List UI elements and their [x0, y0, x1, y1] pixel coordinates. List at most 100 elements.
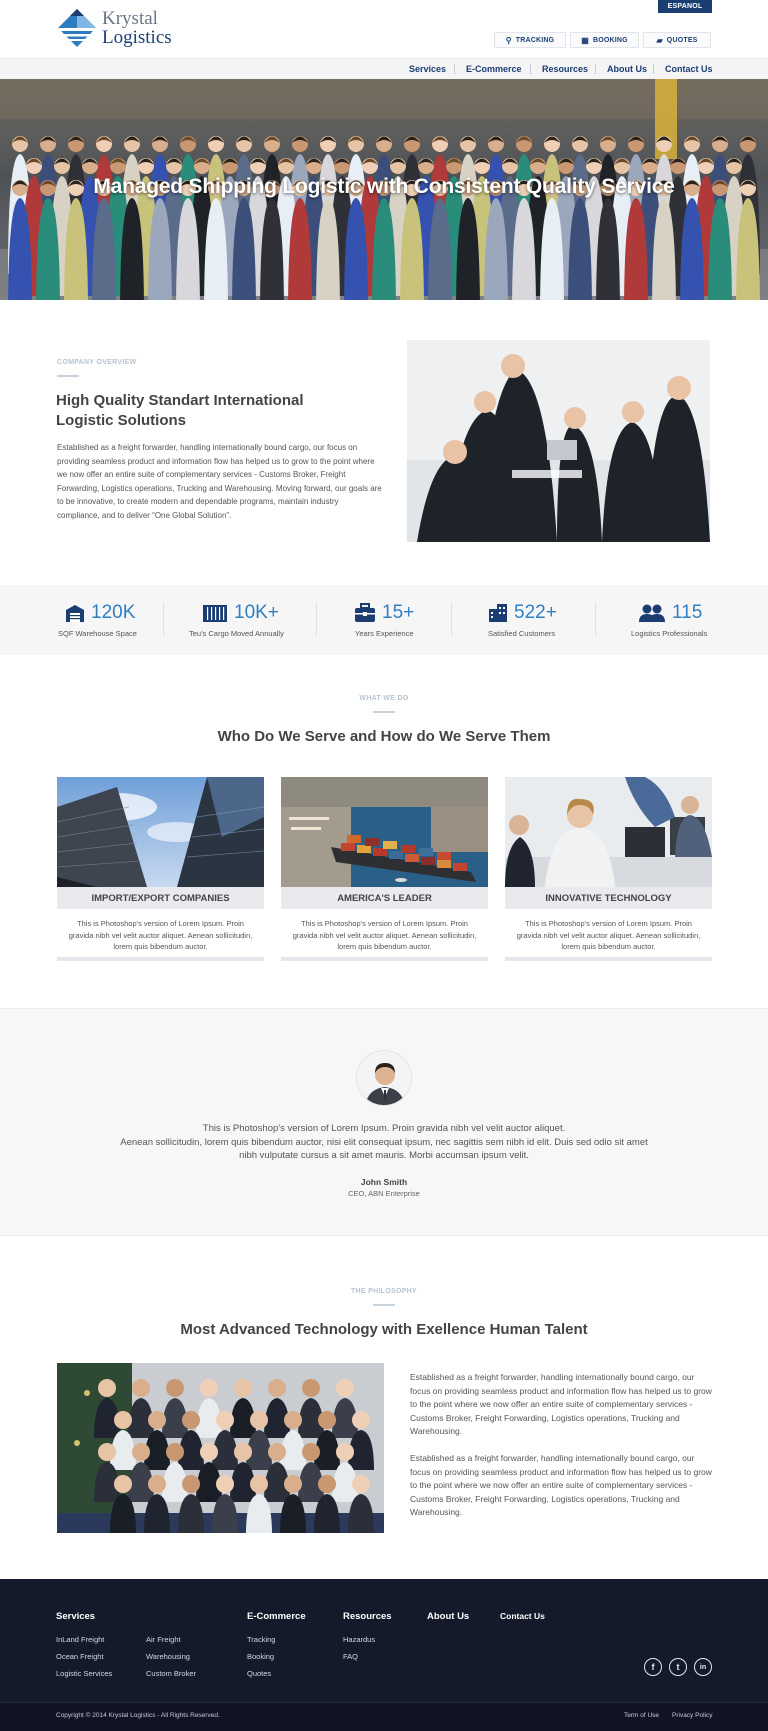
stat-professionals-label: Logistics Professionals: [631, 629, 708, 638]
footer-link-ocean-freight[interactable]: Ocean Freight: [56, 1652, 104, 1661]
nav-divider: [530, 64, 531, 74]
nav-divider: [653, 64, 654, 74]
terms-of-use-link[interactable]: Term of Use: [624, 1712, 659, 1719]
footer-link-custom-broker[interactable]: Custom Broker: [146, 1669, 196, 1678]
stat-customers: 522+ Satisfied Customers: [487, 585, 567, 655]
stat-experience-value: 15+: [382, 602, 415, 623]
booking-button[interactable]: ▦ BOOKING: [570, 32, 639, 48]
site-footer: [0, 1579, 768, 1702]
service-card-text: This is Photoshop's version of Lorem Ips…: [516, 919, 701, 951]
service-card-americas-leader[interactable]: AMERICA'S LEADER This is Photoshop's ver…: [281, 777, 488, 961]
overview-title: High Quality Standart International Logi…: [56, 391, 336, 431]
nav-contact-us[interactable]: Contact Us: [665, 58, 713, 79]
nav-resources[interactable]: Resources: [542, 58, 588, 79]
skyscrapers-image: [57, 777, 264, 887]
philosophy-eyebrow-line: [373, 1304, 395, 1306]
briefcase-icon: [355, 603, 375, 622]
tracking-label: TRACKING: [515, 36, 555, 44]
footer-link-air-freight[interactable]: Air Freight: [146, 1635, 181, 1644]
stat-warehouse-value: 120K: [91, 602, 136, 623]
service-card-title: IMPORT/EXPORT COMPANIES: [57, 887, 264, 909]
team-group-photo: [57, 1363, 384, 1533]
testimonial-role: CEO, ABN Enterprise: [348, 1189, 420, 1198]
what-we-do-eyebrow: WHAT WE DO: [359, 695, 409, 702]
copyright-text: Copyright © 2014 Krystal Logistics - All…: [56, 1712, 220, 1719]
what-we-do-title: Who Do We Serve and How do We Serve Them: [217, 728, 551, 745]
chat-icon: ▰: [656, 35, 663, 45]
what-we-do-eyebrow-line: [373, 711, 395, 713]
privacy-policy-link[interactable]: Privacy Policy: [672, 1712, 712, 1719]
footer-link-quotes[interactable]: Quotes: [247, 1669, 271, 1678]
service-card-title: INNOVATIVE TECHNOLOGY: [505, 887, 712, 909]
quotes-label: QUOTES: [666, 36, 698, 44]
testimonial-quote-line: This is Photoshop's version of Lorem Ips…: [202, 1123, 566, 1134]
testimonial-name: John Smith: [360, 1177, 408, 1187]
service-card-innovative-technology[interactable]: INNOVATIVE TECHNOLOGY This is Photoshop'…: [505, 777, 712, 961]
linkedin-icon[interactable]: in: [694, 1658, 712, 1676]
nav-services[interactable]: Services: [409, 58, 446, 79]
overview-eyebrow: COMPANY OVERVIEW: [57, 359, 137, 366]
footer-heading-resources[interactable]: Resources: [343, 1611, 392, 1622]
calendar-icon: ▦: [581, 35, 589, 45]
stat-divider: [163, 603, 164, 636]
footer-link-faq[interactable]: FAQ: [343, 1652, 358, 1661]
buildings-icon: [489, 604, 507, 622]
footer-link-logistic-services[interactable]: Logistic Services: [56, 1669, 112, 1678]
call-center-image: [505, 777, 712, 887]
footer-link-inland-freight[interactable]: InLand Freight: [56, 1635, 104, 1644]
testimonial-quote-line: nibh vulputate cursus a sit amet mauris.…: [239, 1150, 529, 1161]
container-icon: [203, 605, 227, 622]
avatar: [356, 1050, 412, 1106]
footer-link-booking[interactable]: Booking: [247, 1652, 274, 1661]
facebook-icon[interactable]: f: [644, 1658, 662, 1676]
stat-warehouse-label: SQF Warehouse Space: [58, 629, 137, 638]
footer-heading-ecommerce[interactable]: E-Commerce: [247, 1611, 306, 1622]
overview-eyebrow-line: [57, 375, 79, 377]
nav-ecommerce[interactable]: E-Commerce: [466, 58, 522, 79]
language-espanol-button[interactable]: ESPANOL: [658, 0, 712, 13]
testimonial-quote-line: Aenean sollicitudin, lorem quis bibendum…: [120, 1136, 648, 1148]
stat-customers-value: 522+: [514, 602, 557, 623]
footer-link-hazardus[interactable]: Hazardus: [343, 1635, 375, 1644]
stat-cargo-value: 10K+: [234, 602, 279, 623]
cargo-ship-image: [281, 777, 488, 887]
stat-professionals: 115 Logistics Professionals: [630, 585, 712, 655]
philosophy-title: Most Advanced Technology with Exellence …: [180, 1321, 588, 1338]
stat-experience: 15+ Years Experience: [354, 585, 434, 655]
footer-heading-contact-us[interactable]: Contact Us: [500, 1611, 545, 1621]
tracking-button[interactable]: ⚲ TRACKING: [494, 32, 566, 48]
nav-divider: [454, 64, 455, 74]
philosophy-paragraph-1: Established as a freight forwarder, hand…: [410, 1372, 712, 1436]
philosophy-paragraph-2: Established as a freight forwarder, hand…: [410, 1453, 712, 1517]
stat-cargo-label: Teu's Cargo Moved Annually: [189, 629, 284, 638]
nav-divider: [595, 64, 596, 74]
stat-warehouse: 120K SQF Warehouse Space: [58, 585, 148, 655]
overview-title-line1: High Quality Standart International: [56, 392, 304, 409]
logo-diamond-icon: [58, 9, 96, 47]
nav-about-us[interactable]: About Us: [607, 58, 647, 79]
stat-experience-label: Years Experience: [355, 629, 414, 638]
warehouse-icon: [66, 605, 84, 622]
footer-heading-services[interactable]: Services: [56, 1611, 95, 1622]
overview-title-line2: Logistic Solutions: [56, 412, 186, 429]
footer-link-warehousing[interactable]: Warehousing: [146, 1652, 190, 1661]
booking-label: BOOKING: [592, 36, 628, 44]
stat-cargo: 10K+ Teu's Cargo Moved Annually: [189, 585, 299, 655]
people-icon: [639, 604, 665, 622]
map-pin-icon: ⚲: [505, 35, 512, 45]
footer-heading-about-us[interactable]: About Us: [427, 1611, 469, 1622]
quotes-button[interactable]: ▰ QUOTES: [643, 32, 711, 48]
twitter-icon[interactable]: t: [669, 1658, 687, 1676]
logo-text-krystal: Krystal: [102, 8, 158, 29]
service-card-text: This is Photoshop's version of Lorem Ips…: [68, 919, 253, 951]
service-card-title: AMERICA'S LEADER: [281, 887, 488, 909]
footer-link-tracking[interactable]: Tracking: [247, 1635, 275, 1644]
overview-meeting-photo: [407, 340, 710, 542]
service-card-text: This is Photoshop's version of Lorem Ips…: [292, 919, 477, 951]
site-logo[interactable]: Krystal Logistics: [56, 6, 196, 50]
stat-professionals-value: 115: [672, 602, 703, 623]
service-card-import-export[interactable]: IMPORT/EXPORT COMPANIES This is Photosho…: [57, 777, 264, 961]
stat-customers-label: Satisfied Customers: [488, 629, 556, 638]
hero-title: Managed Shipping Logistic with Consisten…: [93, 175, 675, 198]
stat-divider: [595, 603, 596, 636]
